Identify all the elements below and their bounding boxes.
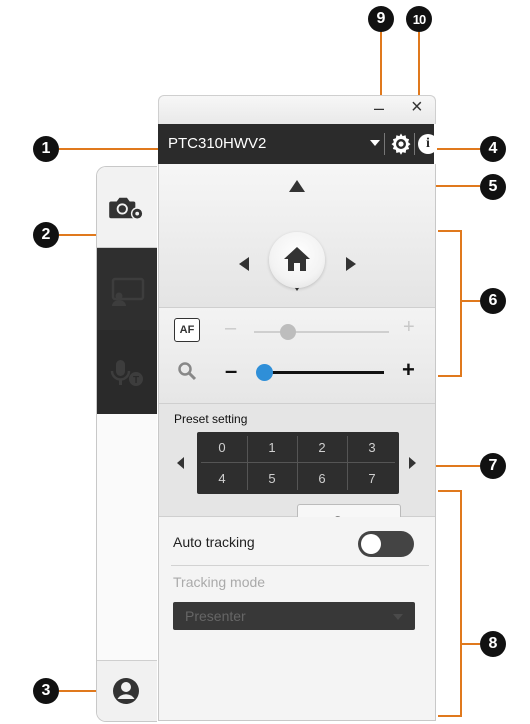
arrow-right-icon[interactable]: [346, 257, 356, 271]
bracket-6-bottom: [438, 375, 462, 377]
bracket-8-top: [438, 490, 462, 492]
preset-button-6[interactable]: 6: [297, 463, 347, 493]
toggle-knob: [361, 534, 381, 554]
bracket-6-stem: [460, 300, 480, 302]
focus-zoom-control: AF – + – +: [159, 308, 435, 404]
leader-line-10: [418, 32, 420, 100]
preset-button-0[interactable]: 0: [197, 432, 247, 462]
ptz-control: [159, 164, 435, 308]
device-select[interactable]: PTC310HWV2: [168, 135, 266, 152]
bracket-8-bottom: [438, 715, 462, 717]
info-icon[interactable]: i: [418, 134, 438, 154]
gear-icon[interactable]: [389, 132, 413, 156]
title-bar: – ×: [158, 95, 436, 124]
zoom-minus-button[interactable]: –: [225, 358, 237, 384]
grid-line: [347, 436, 348, 490]
preset-prev-icon[interactable]: [177, 457, 184, 469]
preset-grid: 0 1 2 3 4 5 6 7: [197, 432, 399, 494]
zoom-slider-handle[interactable]: [255, 364, 273, 381]
auto-tracking-toggle[interactable]: [358, 531, 414, 557]
sidebar-item-mic-tracking[interactable]: T: [97, 330, 157, 414]
tracking-mode-label: Tracking mode: [173, 574, 266, 590]
autofocus-button[interactable]: AF: [174, 318, 200, 342]
camera-settings-icon: [109, 197, 144, 220]
bracket-6-top: [438, 230, 462, 232]
preset-button-4[interactable]: 4: [197, 463, 247, 493]
bracket-6-vert: [460, 230, 462, 377]
callout-10: 10: [406, 6, 432, 32]
preset-button-5[interactable]: 5: [247, 463, 297, 493]
bracket-8-vert: [460, 490, 462, 717]
auto-tracking-label: Auto tracking: [173, 534, 255, 550]
focus-plus-button[interactable]: +: [403, 316, 415, 339]
tracking-section: Auto tracking Tracking mode Presenter: [159, 517, 435, 720]
sidebar-item-user[interactable]: [97, 660, 157, 721]
callout-6: 6: [480, 288, 506, 314]
microphone-tracking-icon: T: [110, 360, 143, 386]
divider: [384, 133, 385, 155]
preset-next-icon[interactable]: [409, 457, 416, 469]
leader-line-4: [437, 148, 480, 150]
tracking-mode-select[interactable]: Presenter: [173, 602, 415, 630]
arrow-left-icon[interactable]: [239, 257, 249, 271]
user-avatar-icon: [113, 678, 139, 704]
main-panel: AF – + – + Preset setting 0 1 2 3 4 5 6 …: [158, 164, 436, 721]
home-button[interactable]: [269, 232, 325, 288]
tracking-mode-value: Presenter: [185, 608, 246, 624]
svg-text:T: T: [133, 375, 139, 386]
screen-share-icon: [111, 277, 145, 306]
focus-minus-button[interactable]: –: [225, 317, 236, 340]
leader-line-3: [59, 690, 97, 692]
callout-8: 8: [480, 631, 506, 657]
divider: [414, 133, 415, 155]
callout-4: 4: [480, 136, 506, 162]
callout-9: 9: [368, 6, 394, 32]
grid-line: [247, 436, 248, 490]
device-bar: PTC310HWV2 i: [158, 124, 438, 164]
magnifier-icon: [178, 362, 197, 381]
leader-line-9: [380, 32, 382, 100]
leader-line-1: [59, 148, 158, 150]
leader-line-2: [59, 234, 98, 236]
zoom-plus-button[interactable]: +: [402, 357, 415, 383]
close-button[interactable]: ×: [411, 96, 423, 119]
bracket-8-stem: [460, 643, 480, 645]
preset-section: Preset setting 0 1 2 3 4 5 6 7 Save: [159, 404, 435, 538]
minimize-button[interactable]: –: [374, 98, 384, 119]
callout-1: 1: [33, 136, 59, 162]
zoom-slider-track[interactable]: [264, 371, 384, 374]
focus-slider-handle[interactable]: [279, 324, 296, 340]
sidebar: T: [96, 166, 157, 722]
home-icon: [284, 247, 310, 271]
chevron-down-icon[interactable]: [370, 140, 380, 146]
grid-line: [297, 436, 298, 490]
preset-button-3[interactable]: 3: [347, 432, 397, 462]
preset-button-7[interactable]: 7: [347, 463, 397, 493]
chevron-down-icon: [393, 614, 403, 620]
arrow-up-icon[interactable]: [289, 180, 305, 192]
preset-button-2[interactable]: 2: [297, 432, 347, 462]
callout-2: 2: [33, 222, 59, 248]
sidebar-item-camera-settings[interactable]: [97, 167, 157, 248]
preset-button-1[interactable]: 1: [247, 432, 297, 462]
callout-7: 7: [480, 453, 506, 479]
divider: [171, 565, 429, 566]
callout-3: 3: [33, 678, 59, 704]
sidebar-item-screen-share[interactable]: [97, 248, 157, 330]
preset-label: Preset setting: [174, 412, 248, 426]
focus-slider-track[interactable]: [254, 331, 389, 333]
callout-5: 5: [480, 174, 506, 200]
grid-line: [201, 462, 395, 463]
